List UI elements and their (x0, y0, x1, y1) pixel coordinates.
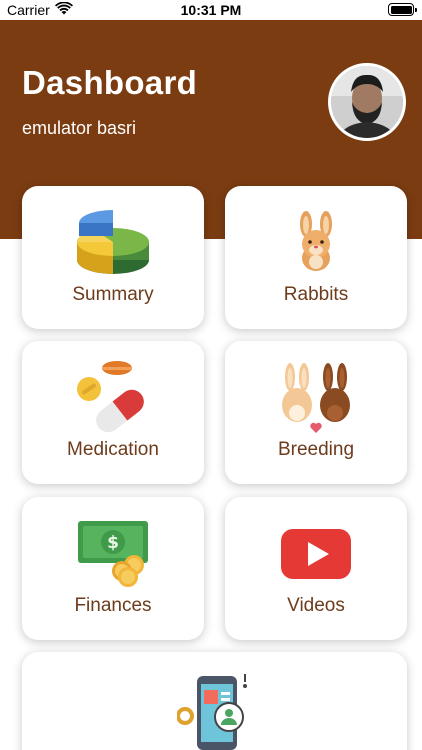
pie-chart-icon (75, 204, 151, 285)
finances-label: Finances (74, 595, 152, 616)
page-title: Dashboard (22, 64, 198, 101)
money-icon: $ (76, 519, 150, 592)
svg-text:$: $ (107, 533, 119, 553)
videos-label: Videos (287, 595, 345, 616)
rabbits-label: Rabbits (283, 284, 349, 305)
breeding-label: Breeding (277, 439, 355, 460)
rabbit-couple-icon (278, 361, 354, 440)
video-play-icon (279, 527, 353, 586)
summary-label: Summary (72, 284, 154, 305)
battery-icon (388, 3, 417, 16)
user-name: emulator basri (22, 118, 137, 138)
rabbit-icon (288, 210, 344, 277)
status-bar: Carrier 10:31 PM (0, 0, 422, 20)
avatar[interactable] (328, 63, 406, 141)
profile-card[interactable] (22, 652, 407, 750)
summary-card[interactable]: Summary (22, 186, 204, 329)
status-time: 10:31 PM (180, 2, 242, 18)
medication-label: Medication (67, 439, 159, 460)
pills-icon (75, 359, 151, 440)
breeding-card[interactable]: Breeding (225, 341, 407, 484)
mobile-profile-icon (175, 672, 253, 750)
medication-card[interactable]: Medication (22, 341, 204, 484)
videos-card[interactable]: Videos (225, 497, 407, 640)
finances-card[interactable]: $ Finances (22, 497, 204, 640)
rabbits-card[interactable]: Rabbits (225, 186, 407, 329)
dashboard-screen: Carrier 10:31 PM Dashboard emulator basr… (0, 0, 422, 750)
